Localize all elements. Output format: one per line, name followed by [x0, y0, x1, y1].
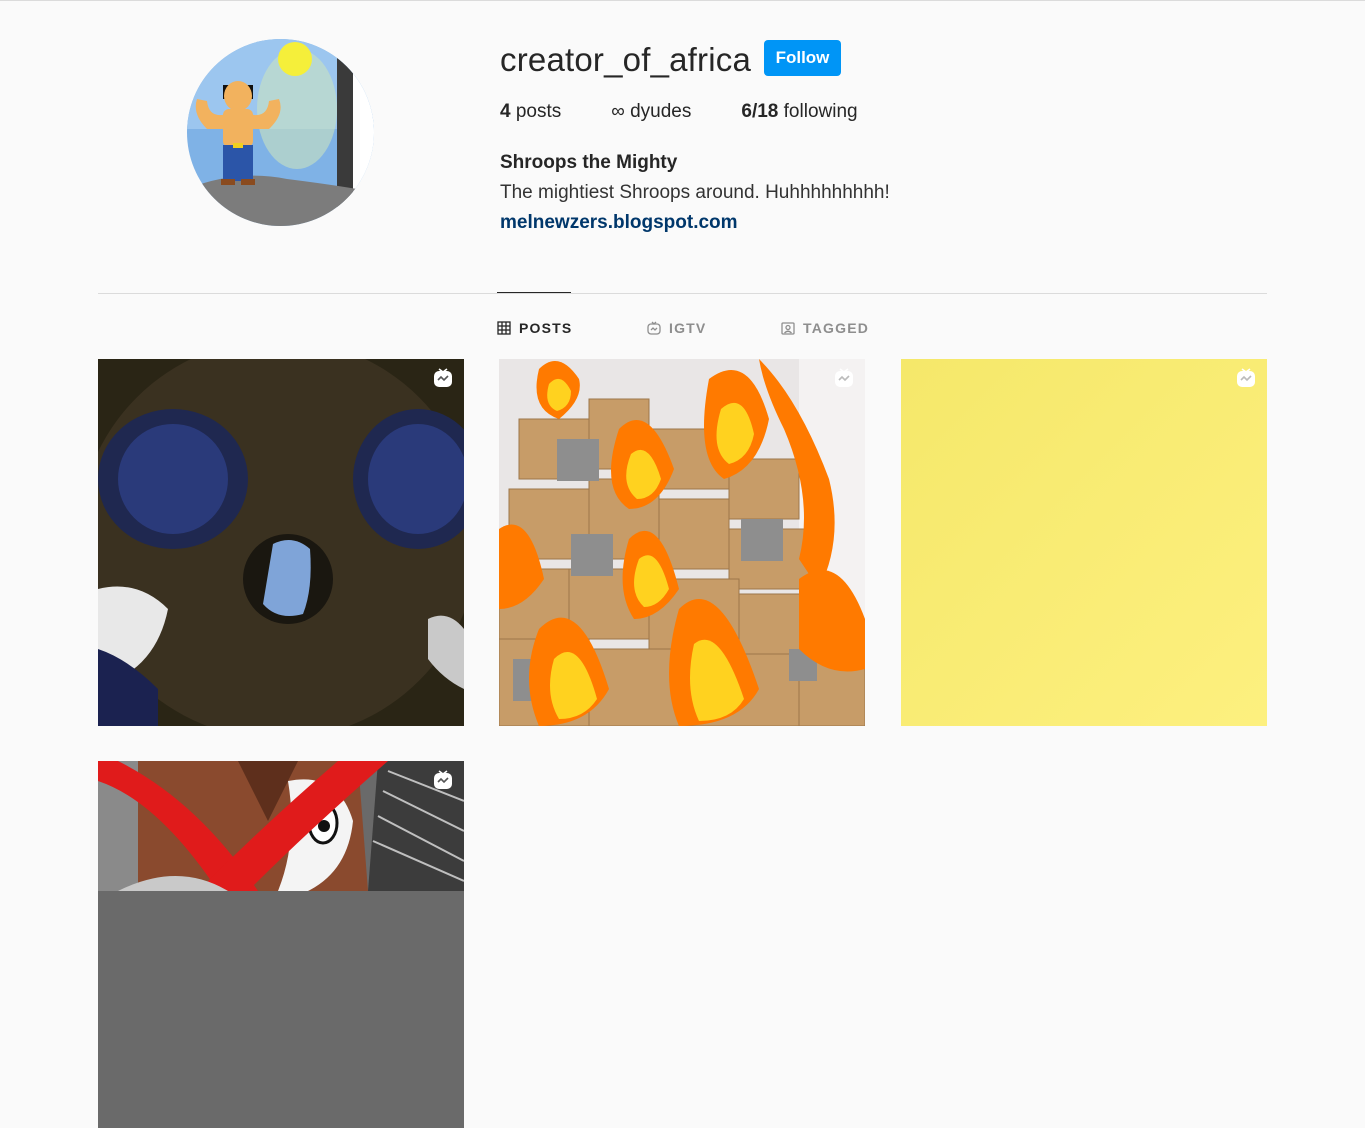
profile-bio: The mightiest Shroops around. Huhhhhhhhh…: [500, 182, 890, 203]
followers-stat[interactable]: ∞ dyudes: [611, 101, 691, 127]
igtv-badge-icon: [434, 368, 452, 387]
profile-stats: 4 posts ∞ dyudes 6/18 following: [500, 101, 908, 127]
followers-count: ∞: [611, 101, 625, 122]
grid-icon: [497, 321, 511, 335]
posts-label: posts: [515, 101, 562, 122]
posts-count: 4: [500, 101, 511, 122]
profile-full-name: Shroops the Mighty: [500, 152, 678, 173]
top-border: [0, 0, 1365, 1]
tab-igtv-label: IGTV: [669, 320, 707, 336]
post-thumbnail-4[interactable]: [98, 761, 464, 1128]
igtv-badge-icon: [835, 368, 853, 387]
following-count: 6/18: [741, 101, 779, 122]
tab-tagged[interactable]: TAGGED: [781, 318, 869, 338]
follow-button[interactable]: Follow: [764, 40, 841, 76]
igtv-badge-icon: [434, 770, 452, 789]
active-tab-indicator: [497, 292, 571, 293]
tab-posts[interactable]: POSTS: [497, 318, 572, 338]
post-2-image: [499, 359, 865, 726]
post-thumbnail-2[interactable]: [499, 359, 865, 726]
post-3-image: [901, 359, 1267, 726]
posts-stat: 4 posts: [500, 101, 561, 127]
tab-tagged-label: TAGGED: [803, 320, 870, 336]
tab-posts-label: POSTS: [519, 320, 573, 336]
tagged-icon: [781, 321, 795, 335]
igtv-badge-icon: [1237, 368, 1255, 387]
post-thumbnail-3[interactable]: [901, 359, 1267, 726]
igtv-icon: [647, 321, 661, 335]
profile-username: creator_of_africa: [500, 41, 752, 78]
following-label: following: [783, 101, 858, 122]
tabs-divider: [98, 293, 1267, 294]
tab-igtv[interactable]: IGTV: [647, 318, 706, 338]
profile-website-link[interactable]: melnewzers.blogspot.com: [500, 212, 738, 234]
profile-avatar[interactable]: [187, 39, 374, 226]
followers-label: dyudes: [630, 101, 692, 122]
post-4-image: [98, 761, 464, 1128]
post-thumbnail-1[interactable]: [98, 359, 464, 726]
following-stat[interactable]: 6/18 following: [741, 101, 857, 127]
post-1-image: [98, 359, 464, 726]
